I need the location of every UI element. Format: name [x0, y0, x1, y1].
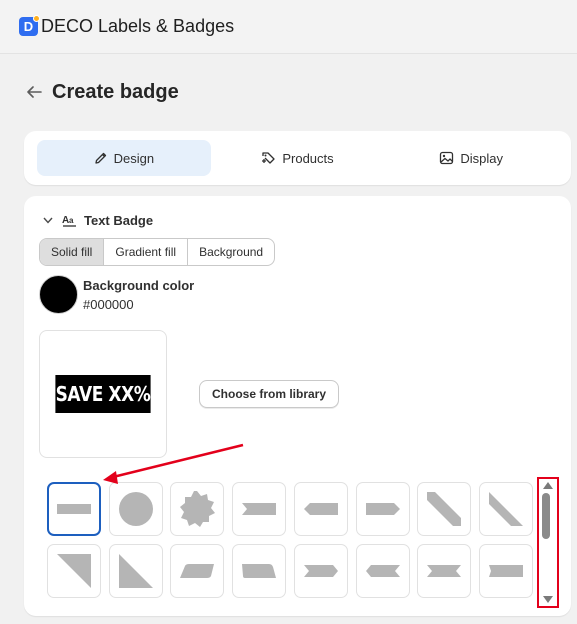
shape-circle[interactable]	[109, 482, 163, 536]
preview-badge-text: SAVE XX%	[55, 375, 151, 413]
page-title: Create badge	[52, 80, 179, 103]
shape-rectangle[interactable]	[47, 482, 101, 536]
solid-fill-button[interactable]: Solid fill	[40, 239, 105, 265]
shape-notched-ribbon[interactable]	[479, 544, 533, 598]
tab-display[interactable]: Display	[384, 140, 558, 176]
shape-triangle-bottom-left[interactable]	[109, 544, 163, 598]
shape-pointed-left-tag[interactable]	[294, 482, 348, 536]
shape-pointed-right-tag[interactable]	[356, 482, 410, 536]
image-icon	[440, 151, 454, 165]
shape-notched-left-banner[interactable]	[232, 482, 286, 536]
text-style-icon: Aa	[62, 215, 76, 227]
app-logo-icon: D	[19, 15, 40, 36]
shape-double-notched-banner[interactable]	[417, 544, 471, 598]
choose-from-library-button[interactable]: Choose from library	[199, 380, 340, 408]
scroll-thumb[interactable]	[542, 493, 550, 539]
arrow-left-icon[interactable]	[24, 82, 44, 102]
shape-triangle-top-right[interactable]	[47, 544, 101, 598]
shape-slanted-tab-right[interactable]	[232, 544, 286, 598]
tab-display-label: Display	[460, 150, 503, 166]
app-header: D DECO Labels & Badges	[0, 0, 577, 54]
background-color-hex: #000000	[83, 296, 134, 312]
background-color-label: Background color	[83, 277, 195, 293]
design-card: Aa Text Badge Solid fill Gradient fill B…	[24, 196, 571, 616]
text-badge-section-toggle[interactable]: Aa Text Badge	[43, 213, 153, 228]
fill-mode-selector: Solid fill Gradient fill Background	[39, 238, 276, 266]
tab-bar: Design Products Display	[24, 131, 571, 185]
chevron-down-icon	[43, 217, 53, 224]
tab-products-label: Products	[282, 150, 334, 166]
scroll-up-arrow-icon[interactable]	[543, 482, 553, 489]
shape-diagonal-strip[interactable]	[417, 482, 471, 536]
svg-text:a: a	[69, 216, 74, 225]
shape-grid-scrollbar[interactable]	[537, 477, 559, 608]
background-color-swatch[interactable]	[39, 275, 78, 314]
app-title: DECO Labels & Badges	[41, 16, 235, 36]
shape-chevron-band-left[interactable]	[356, 544, 410, 598]
shape-starburst[interactable]	[170, 482, 224, 536]
gradient-fill-button[interactable]: Gradient fill	[104, 239, 189, 265]
shape-chevron-band-right[interactable]	[294, 544, 348, 598]
background-button[interactable]: Background	[188, 239, 274, 265]
section-title: Text Badge	[84, 213, 154, 228]
tag-plus-icon	[262, 152, 275, 164]
tab-design-label: Design	[113, 150, 155, 166]
pencil-icon	[94, 152, 106, 164]
shape-slanted-tab-left[interactable]	[170, 544, 224, 598]
background-color-row: Background color #000000	[39, 275, 194, 314]
shape-corner-ribbon[interactable]	[479, 482, 533, 536]
badge-preview: SAVE XX%	[39, 330, 167, 458]
tab-design[interactable]: Design	[37, 140, 211, 176]
tab-products[interactable]: Products	[211, 140, 385, 176]
page-header: Create badge	[24, 80, 179, 104]
scroll-down-arrow-icon[interactable]	[543, 596, 553, 603]
